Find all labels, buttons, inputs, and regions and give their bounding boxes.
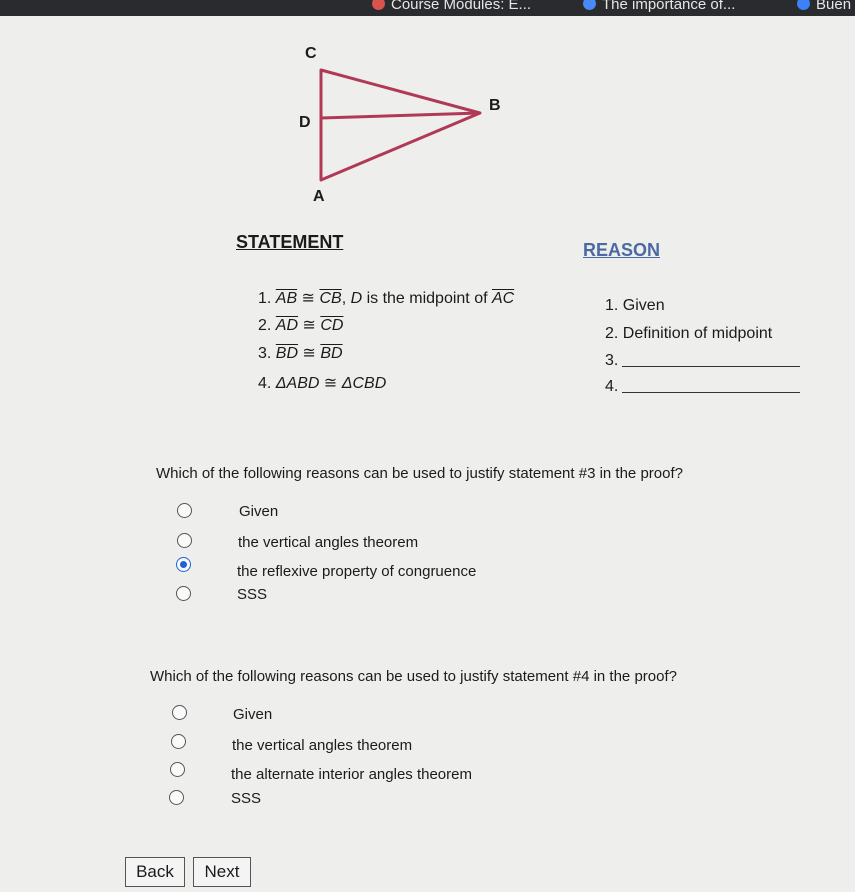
q2-option-4-label[interactable]: SSS <box>231 790 261 807</box>
browser-tab-bar: Course Modules: E... The importance of..… <box>0 0 855 16</box>
site-icon <box>797 0 810 10</box>
q1-option-2-label[interactable]: the vertical angles theorem <box>238 534 418 551</box>
browser-tab-icon <box>372 0 385 10</box>
statement-4: 4. ΔABD ≅ ΔCBD <box>258 375 387 392</box>
back-button[interactable]: Back <box>125 857 185 887</box>
triangle-abc <box>319 68 482 182</box>
q1-option-1-radio[interactable] <box>177 503 192 518</box>
q2-option-4-radio[interactable] <box>169 790 184 805</box>
browser-tab-buen[interactable]: Buen <box>797 0 851 13</box>
vertex-label-b: B <box>489 97 501 114</box>
q1-option-4-radio[interactable] <box>176 586 191 601</box>
browser-tab-importance[interactable]: The importance of... <box>583 0 735 13</box>
google-icon <box>583 0 596 10</box>
statement-3: 3. BD ≅ BD <box>258 345 343 362</box>
q1-option-4-label[interactable]: SSS <box>237 586 267 603</box>
reason-heading: REASON <box>583 240 661 260</box>
q2-option-3-label[interactable]: the alternate interior angles theorem <box>231 766 472 783</box>
reason-3-blank <box>622 352 801 367</box>
segment-bd <box>320 111 481 120</box>
statement-heading: STATEMENT <box>236 232 344 252</box>
browser-tab-course-modules[interactable]: Course Modules: E... <box>372 0 531 13</box>
q2-option-1-radio[interactable] <box>172 705 187 720</box>
q2-option-1-label[interactable]: Given <box>233 706 272 723</box>
vertex-label-a: A <box>313 188 325 205</box>
q2-option-2-radio[interactable] <box>171 734 186 749</box>
question-1-prompt: Which of the following reasons can be us… <box>156 465 683 482</box>
vertex-label-d: D <box>299 114 311 131</box>
statement-1: 1. AB ≅ CB, D is the midpoint of AC <box>258 290 515 307</box>
question-2-prompt: Which of the following reasons can be us… <box>150 668 677 685</box>
vertex-label-c: C <box>305 45 317 62</box>
q1-option-2-radio[interactable] <box>177 533 192 548</box>
q1-option-3-label[interactable]: the reflexive property of congruence <box>237 563 476 580</box>
reason-4-blank <box>622 378 801 393</box>
reason-3: 3. <box>605 352 801 370</box>
q2-option-3-radio[interactable] <box>170 762 185 777</box>
triangle-diagram: C D B A <box>270 40 530 220</box>
reason-2: 2. Definition of midpoint <box>605 325 773 342</box>
q2-option-2-label[interactable]: the vertical angles theorem <box>232 737 412 754</box>
statement-2: 2. AD ≅ CD <box>258 317 344 334</box>
reason-4: 4. <box>605 378 801 396</box>
q1-option-3-radio[interactable] <box>176 557 191 572</box>
q1-option-1-label[interactable]: Given <box>239 503 278 520</box>
reason-1: 1. Given <box>605 297 665 314</box>
next-button[interactable]: Next <box>193 857 251 887</box>
